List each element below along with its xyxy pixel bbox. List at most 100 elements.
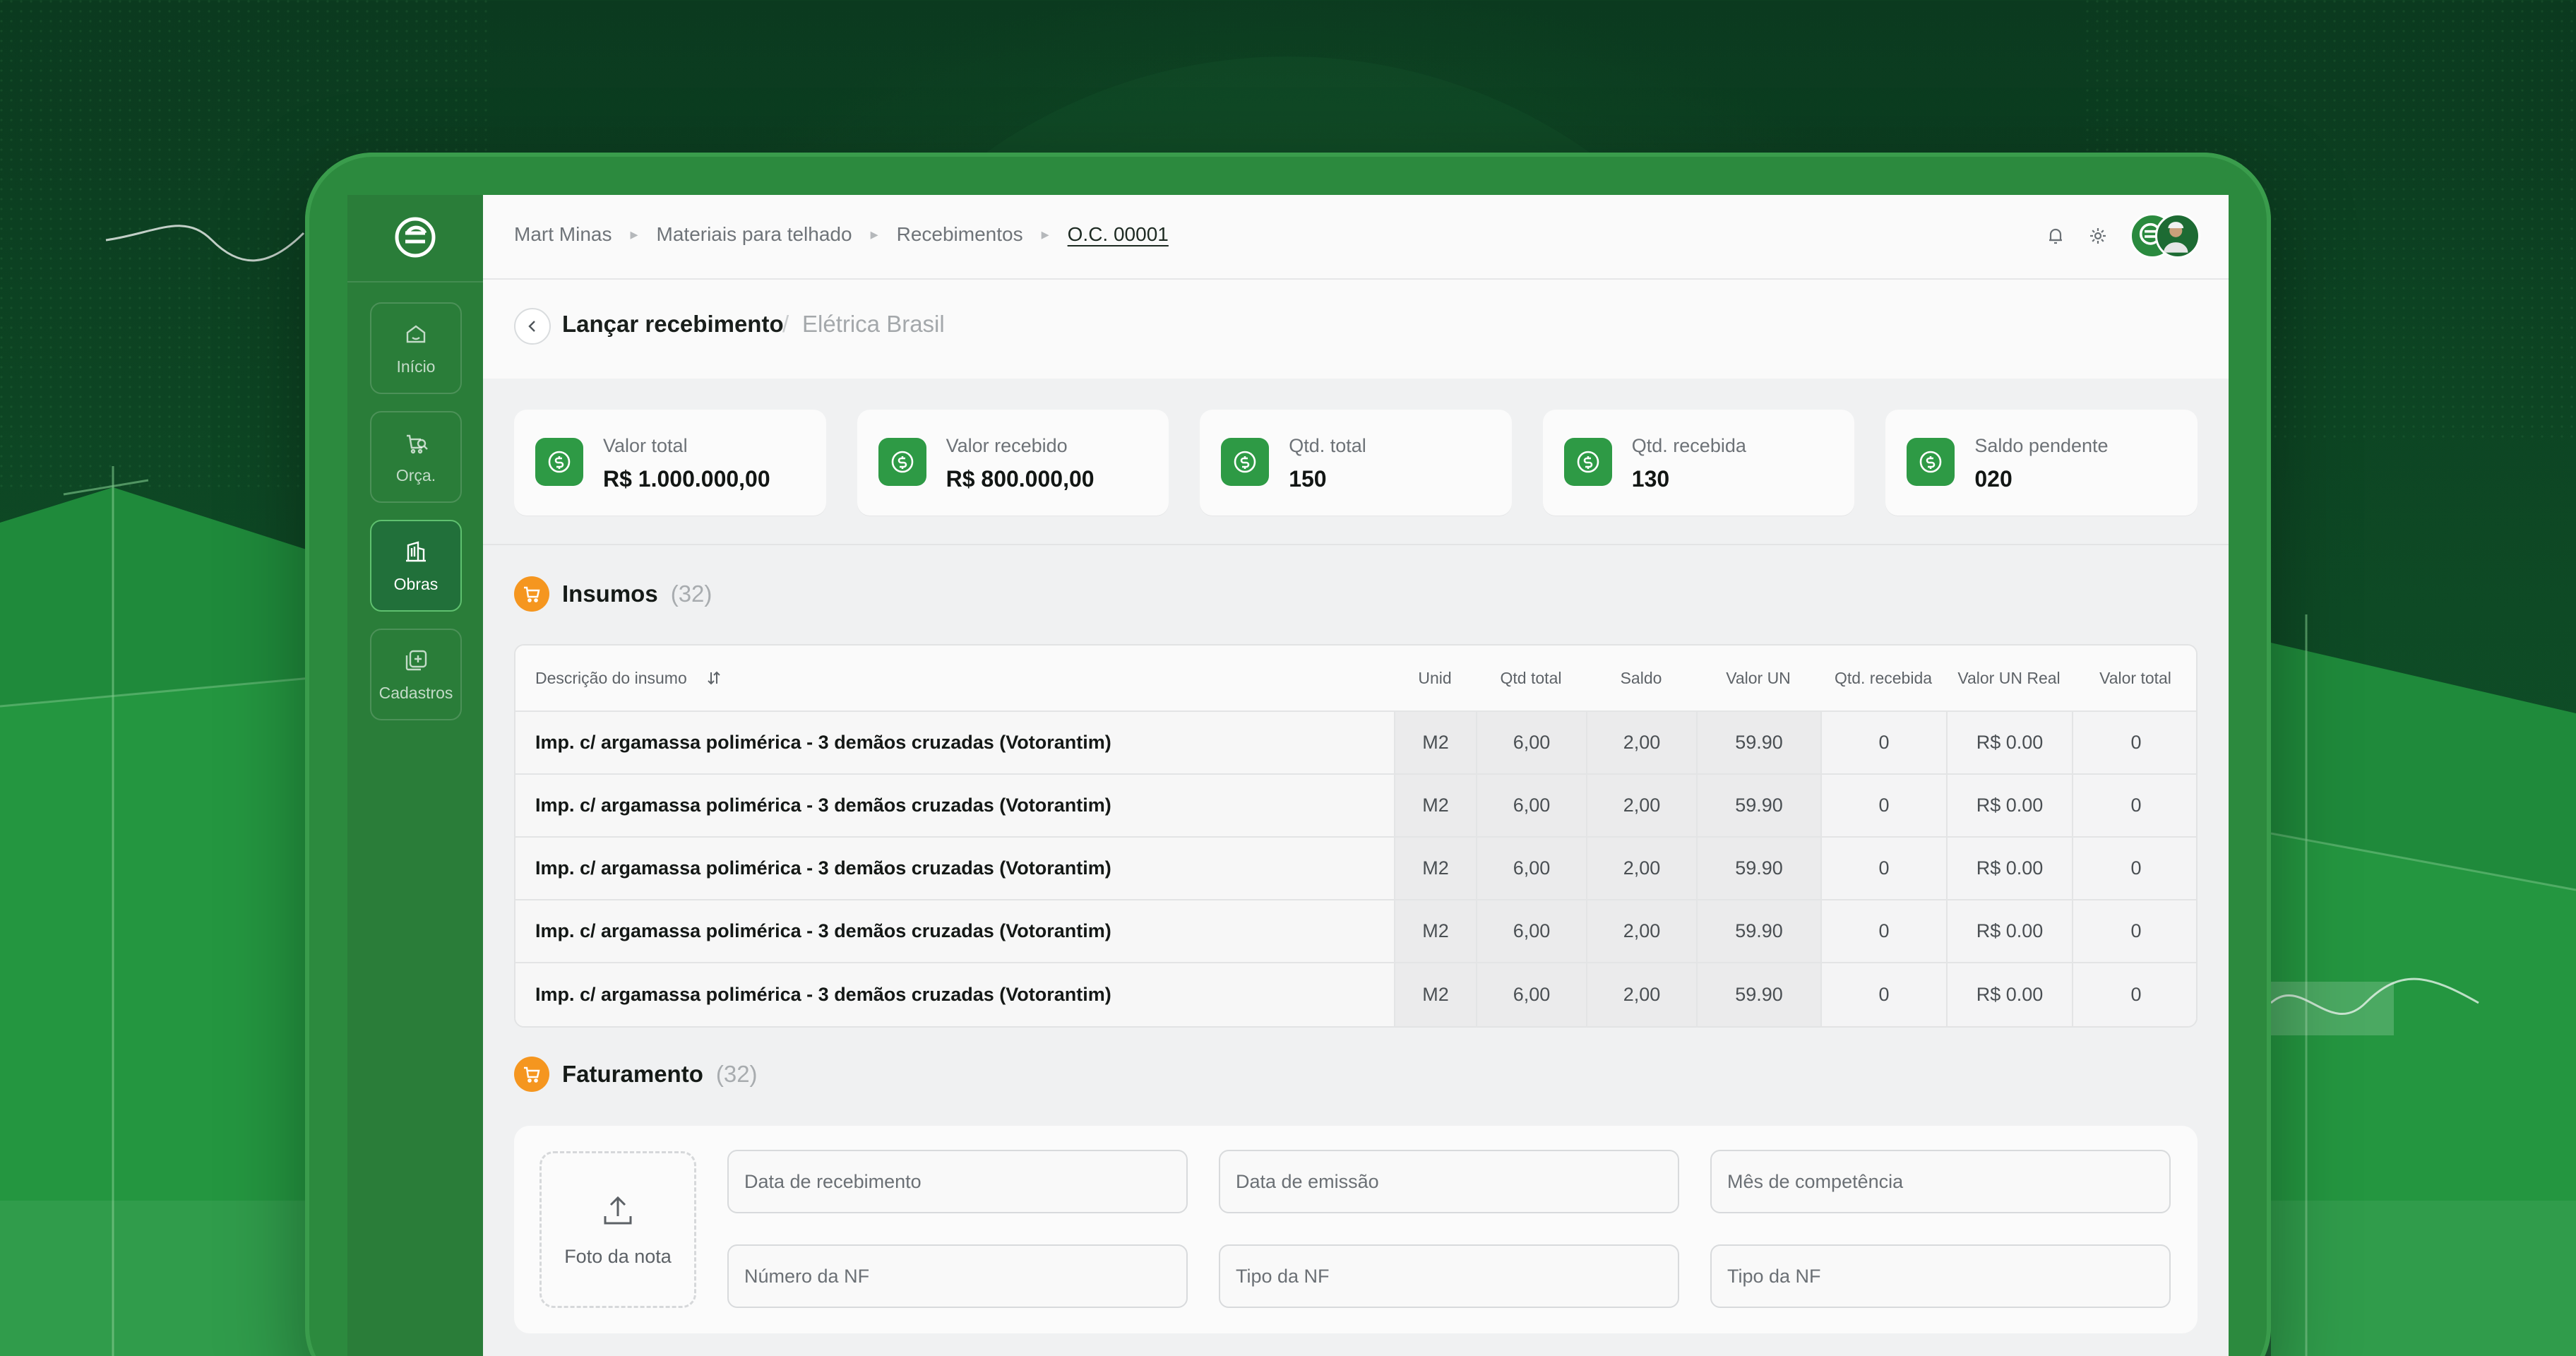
- column-header-label: Descrição do insumo: [535, 668, 687, 687]
- stat-value: 130: [1631, 466, 1670, 492]
- cart-icon: [514, 576, 549, 612]
- table-row[interactable]: Imp. c/ argamassa polimérica - 3 demãos …: [515, 775, 2196, 838]
- cell-valor-un: 59.90: [1696, 963, 1820, 1026]
- cell-qtd-recebida[interactable]: 0: [1820, 838, 1946, 899]
- section-divider: [483, 544, 2229, 545]
- chevron-right-icon: ▸: [1041, 225, 1049, 243]
- cell-unid: M2: [1394, 900, 1476, 962]
- column-header[interactable]: Valor UN Real: [1946, 646, 2072, 710]
- cell-saldo: 2,00: [1586, 775, 1696, 836]
- cell-valor-un-real[interactable]: R$ 0.00: [1946, 900, 2072, 962]
- tipo-nf-field[interactable]: Tipo da NF: [1710, 1244, 2171, 1308]
- bell-icon[interactable]: [2045, 225, 2066, 246]
- cell-descricao: Imp. c/ argamassa polimérica - 3 demãos …: [515, 838, 1394, 899]
- top-bar: Mart Minas ▸ Materiais para telhado ▸ Re…: [483, 195, 2229, 280]
- data-recebimento-field[interactable]: Data de recebimento: [727, 1150, 1188, 1213]
- table-header: Descrição do insumo Unid Qtd total Saldo…: [515, 646, 2196, 712]
- cell-saldo: 2,00: [1586, 963, 1696, 1026]
- faturamento-form: Foto da nota Data de recebimento Data de…: [514, 1126, 2198, 1333]
- gear-icon[interactable]: [2087, 225, 2109, 246]
- cell-descricao: Imp. c/ argamassa polimérica - 3 demãos …: [515, 900, 1394, 962]
- cell-unid: M2: [1394, 838, 1476, 899]
- sidebar-item-label: Obras: [393, 574, 439, 593]
- table-row[interactable]: Imp. c/ argamassa polimérica - 3 demãos …: [515, 900, 2196, 963]
- cell-descricao: Imp. c/ argamassa polimérica - 3 demãos …: [515, 712, 1394, 773]
- stat-card-valor-recebido: Valor recebido R$ 800.000,00: [857, 410, 1169, 516]
- add-square-icon: [405, 650, 427, 670]
- sidebar-item-inicio[interactable]: Início: [370, 302, 462, 394]
- stat-value: R$ 1.000.000,00: [603, 466, 770, 492]
- section-count: (32): [670, 581, 712, 607]
- field-placeholder: Tipo da NF: [1236, 1265, 1330, 1287]
- stat-card-saldo-pendente: Saldo pendente 020: [1885, 410, 2198, 516]
- avatar[interactable]: [2155, 213, 2200, 258]
- column-header[interactable]: Unid: [1394, 646, 1476, 710]
- home-icon: [406, 325, 426, 343]
- breadcrumb-item[interactable]: Recebimentos: [897, 223, 1023, 246]
- back-button[interactable]: [514, 308, 551, 345]
- cell-qtd-recebida[interactable]: 0: [1820, 963, 1946, 1026]
- cart-icon: [514, 1057, 549, 1092]
- chevron-right-icon: ▸: [630, 225, 638, 243]
- cell-valor-un-real[interactable]: R$ 0.00: [1946, 963, 2072, 1026]
- sidebar-item-cadastros[interactable]: Cadastros: [370, 629, 462, 720]
- upload-icon: [604, 1196, 632, 1224]
- cell-valor-un-real[interactable]: R$ 0.00: [1946, 838, 2072, 899]
- cell-valor-total: 0: [2072, 963, 2196, 1026]
- stat-value: 150: [1289, 466, 1327, 492]
- mes-competencia-field[interactable]: Mês de competência: [1710, 1150, 2171, 1213]
- cell-qtd-total: 6,00: [1476, 712, 1586, 773]
- cell-saldo: 2,00: [1586, 838, 1696, 899]
- breadcrumb-item[interactable]: Mart Minas: [514, 223, 612, 246]
- dollar-coin-icon: [1907, 438, 1955, 486]
- column-header[interactable]: Qtd total: [1476, 646, 1586, 710]
- insumos-table: Descrição do insumo Unid Qtd total Saldo…: [514, 644, 2198, 1028]
- column-header[interactable]: Valor UN: [1696, 646, 1820, 710]
- data-emissao-field[interactable]: Data de emissão: [1219, 1150, 1679, 1213]
- faturamento-header: Faturamento (32): [514, 1057, 758, 1092]
- breadcrumb: Mart Minas ▸ Materiais para telhado ▸ Re…: [514, 223, 1169, 246]
- app-screen: Início Orça. Obras Cadastros Mart Minas …: [347, 195, 2229, 1356]
- table-row[interactable]: Imp. c/ argamassa polimérica - 3 demãos …: [515, 963, 2196, 1026]
- table-row[interactable]: Imp. c/ argamassa polimérica - 3 demãos …: [515, 712, 2196, 775]
- dollar-coin-icon: [878, 438, 926, 486]
- field-placeholder: Número da NF: [744, 1265, 870, 1287]
- breadcrumb-item[interactable]: Materiais para telhado: [657, 223, 852, 246]
- cell-valor-un-real[interactable]: R$ 0.00: [1946, 775, 2072, 836]
- cell-qtd-recebida[interactable]: 0: [1820, 712, 1946, 773]
- column-header[interactable]: Valor total: [2072, 646, 2196, 710]
- brand-logo-icon[interactable]: [393, 215, 438, 260]
- sidebar-item-orcamento[interactable]: Orça.: [370, 411, 462, 503]
- cell-valor-un: 59.90: [1696, 775, 1820, 836]
- breadcrumb-current[interactable]: O.C. 00001: [1068, 223, 1169, 246]
- sort-icon[interactable]: [705, 670, 722, 686]
- field-placeholder: Data de recebimento: [744, 1170, 922, 1192]
- cell-qtd-total: 6,00: [1476, 963, 1586, 1026]
- stat-label: Qtd. total: [1289, 435, 1366, 456]
- user-avatars[interactable]: [2130, 213, 2200, 258]
- stat-label: Valor total: [603, 435, 688, 456]
- cell-valor-un-real[interactable]: R$ 0.00: [1946, 712, 2072, 773]
- budget-cart-icon: [407, 434, 428, 453]
- insumos-header: Insumos (32): [514, 576, 712, 612]
- table-row[interactable]: Imp. c/ argamassa polimérica - 3 demãos …: [515, 838, 2196, 900]
- page-title: Lançar recebimento: [562, 311, 784, 337]
- sidebar-item-obras[interactable]: Obras: [370, 520, 462, 612]
- sidebar-item-label: Início: [396, 357, 436, 376]
- dollar-coin-icon: [535, 438, 583, 486]
- cell-qtd-recebida[interactable]: 0: [1820, 775, 1946, 836]
- tipo-nf-field[interactable]: Tipo da NF: [1219, 1244, 1679, 1308]
- field-placeholder: Tipo da NF: [1727, 1265, 1821, 1287]
- top-actions: [2045, 213, 2200, 258]
- numero-nf-field[interactable]: Número da NF: [727, 1244, 1188, 1308]
- photo-upload-button[interactable]: Foto da nota: [539, 1151, 696, 1308]
- column-header[interactable]: Qtd. recebida: [1820, 646, 1946, 710]
- column-header[interactable]: Descrição do insumo: [515, 646, 1394, 710]
- section-title: Insumos: [562, 581, 658, 607]
- cell-qtd-recebida[interactable]: 0: [1820, 900, 1946, 962]
- stat-card-qtd-recebida: Qtd. recebida 130: [1542, 410, 1855, 516]
- cell-descricao: Imp. c/ argamassa polimérica - 3 demãos …: [515, 775, 1394, 836]
- stat-card-valor-total: Valor total R$ 1.000.000,00: [514, 410, 826, 516]
- page-header: Lançar recebimento / Elétrica Brasil: [483, 280, 2229, 379]
- column-header[interactable]: Saldo: [1586, 646, 1696, 710]
